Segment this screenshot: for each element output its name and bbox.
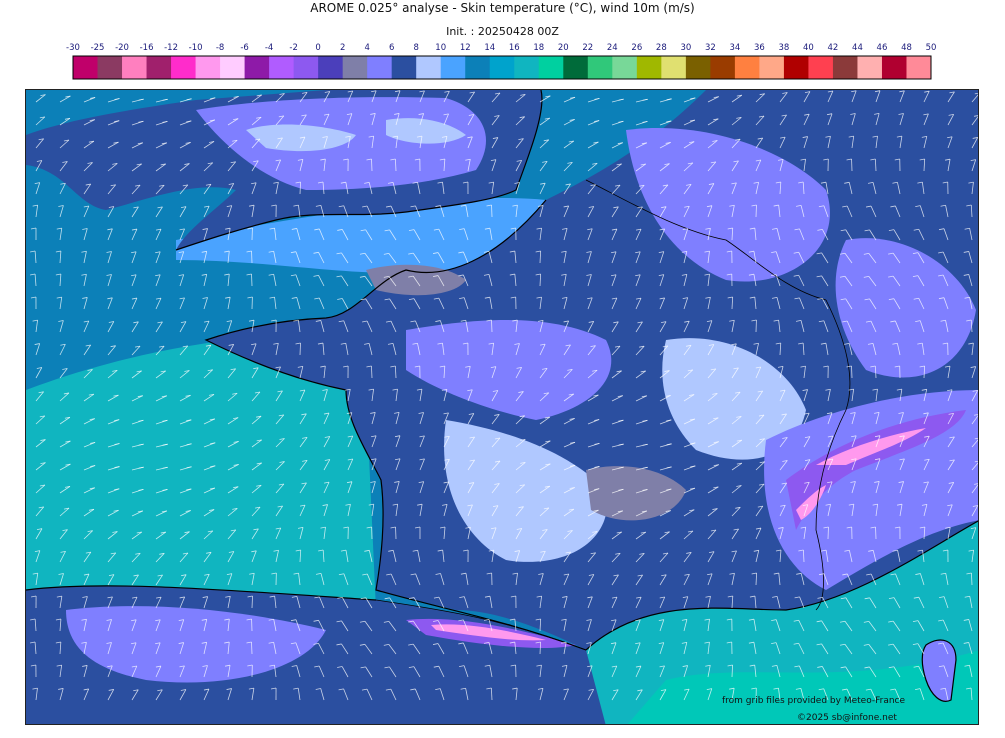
colorbar-tick-label: 34 <box>729 43 740 53</box>
temperature-colorbar: -30 -25 -20 -16 -12 -10 -8 -6 -4 -2 0 2 4 6 8 10 12 14 16 1… <box>66 43 937 80</box>
colorbar-tick-label: 6 <box>389 43 394 53</box>
colorbar-tick-label: -4 <box>265 43 273 53</box>
colorbar-tick-label: 30 <box>680 43 691 53</box>
colorbar-tick-label: 2 <box>340 43 345 53</box>
colorbar-tick-label: -25 <box>91 43 105 53</box>
colorbar-tick-label: 40 <box>803 43 814 53</box>
colorbar-tick-label: 20 <box>558 43 569 53</box>
colorbar-tick-label: 0 <box>315 43 320 53</box>
colorbar-tick-label: -2 <box>289 43 297 53</box>
wind-barb <box>371 365 373 379</box>
colorbar-swatch <box>759 56 785 79</box>
colorbar-swatch <box>563 56 589 79</box>
colorbar-swatch <box>146 56 172 79</box>
colorbar-swatch <box>661 56 687 79</box>
colorbar-swatch <box>122 56 148 79</box>
colorbar-tick-label: 42 <box>828 43 839 53</box>
colorbar-swatch <box>367 56 393 79</box>
colorbar-tick-label: 36 <box>754 43 765 53</box>
colorbar-tick-label: -30 <box>66 43 80 53</box>
wind-barb <box>299 342 301 356</box>
colorbar-tick-label: 22 <box>582 43 593 53</box>
colorbar-tick-label: 50 <box>926 43 937 53</box>
colorbar-tick-label: -20 <box>115 43 129 53</box>
colorbar-swatch <box>734 56 760 79</box>
colorbar-swatch <box>489 56 515 79</box>
map-svg <box>26 90 978 724</box>
colorbar-swatch <box>587 56 613 79</box>
colorbar-swatch <box>881 56 907 79</box>
colorbar-tick-label: 16 <box>509 43 520 53</box>
colorbar-tick-label: 4 <box>364 43 369 53</box>
wind-barb <box>851 365 853 379</box>
copyright-credit: ©2025 sb@infone.net <box>797 713 897 723</box>
colorbar-tick-label: 8 <box>413 43 418 53</box>
wind-barb <box>731 664 733 678</box>
wind-barb <box>491 319 493 333</box>
colorbar-tick-label: 18 <box>533 43 544 53</box>
colorbar-tick-label: -16 <box>140 43 154 53</box>
colorbar-swatch <box>636 56 662 79</box>
colorbar-swatch <box>612 56 638 79</box>
colorbar-tick-label: 46 <box>877 43 888 53</box>
colorbar-swatch <box>465 56 491 79</box>
colorbar-swatch <box>220 56 246 79</box>
colorbar-tick-label: 48 <box>901 43 912 53</box>
colorbar-tick-label: 14 <box>484 43 495 53</box>
colorbar-tick-label: 28 <box>656 43 667 53</box>
colorbar-tick-label: 26 <box>631 43 642 53</box>
colorbar-tick-label: 32 <box>705 43 716 53</box>
colorbar-swatch <box>342 56 368 79</box>
colorbar-swatch <box>195 56 221 79</box>
colorbar-swatch <box>538 56 564 79</box>
init-time: Init. : 20250428 00Z <box>446 25 559 38</box>
colorbar-swatch <box>416 56 442 79</box>
weather-map <box>25 89 979 725</box>
colorbar-tick-label: -8 <box>216 43 224 53</box>
colorbar-tick-label: -12 <box>164 43 178 53</box>
colorbar-swatch <box>73 56 99 79</box>
colorbar-swatch <box>391 56 417 79</box>
colorbar-swatch <box>269 56 295 79</box>
colorbar-swatch <box>293 56 319 79</box>
wind-barb <box>251 595 253 609</box>
colorbar-swatch <box>97 56 123 79</box>
colorbar-swatch <box>171 56 197 79</box>
colorbar-swatch <box>244 56 270 79</box>
colorbar-swatch <box>906 56 932 79</box>
colorbar-tick-label: 10 <box>435 43 446 53</box>
colorbar-swatch <box>710 56 736 79</box>
colorbar-tick-label: 12 <box>460 43 471 53</box>
colorbar-tick-label: 44 <box>852 43 863 53</box>
wind-barb <box>371 158 373 172</box>
colorbar-tick-label: 24 <box>607 43 618 53</box>
colorbar-swatch <box>808 56 834 79</box>
wind-barb <box>251 641 253 655</box>
colorbar-swatch <box>783 56 809 79</box>
colorbar-tick-label: -10 <box>189 43 203 53</box>
map-title: AROME 0.025° analyse - Skin temperature … <box>310 1 695 15</box>
colorbar-swatch <box>440 56 466 79</box>
colorbar-tick-label: 38 <box>779 43 790 53</box>
colorbar-swatch <box>832 56 858 79</box>
colorbar-swatch <box>318 56 344 79</box>
colorbar-swatch <box>685 56 711 79</box>
data-source-credit: from grib files provided by Meteo-France <box>722 696 906 706</box>
colorbar-tick-label: -6 <box>240 43 248 53</box>
colorbar-swatch <box>857 56 883 79</box>
colorbar-swatch <box>514 56 540 79</box>
